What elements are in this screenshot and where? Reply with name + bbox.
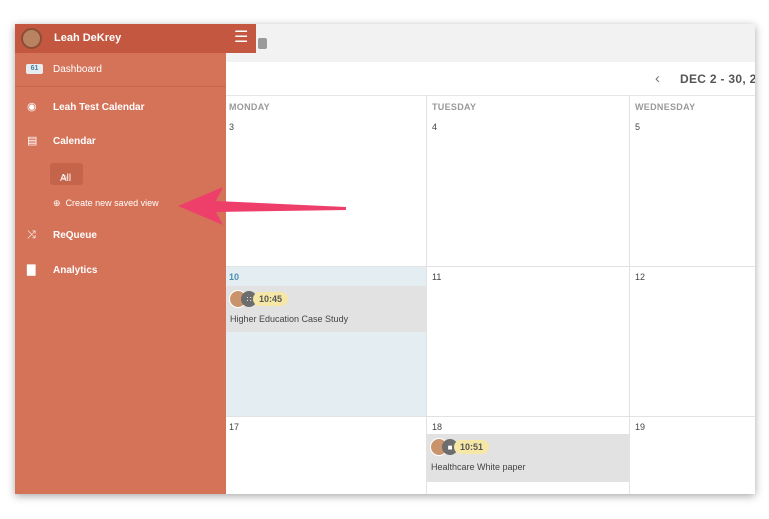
sidebar-item-requeue[interactable]: ⤨ ReQueue [15, 225, 226, 247]
shuffle-icon: ⤨ [27, 229, 36, 241]
app-window: ‹ DEC 2 - 30, 20 MONDAY TUESDAY WEDNESDA… [15, 24, 755, 494]
create-saved-view-link[interactable]: ⊕ Create new saved view [53, 198, 159, 209]
day-number: 4 [432, 122, 438, 132]
user-name[interactable]: Leah DeKrey [54, 32, 121, 44]
event-time: 10:45 [253, 292, 289, 306]
event-time: 10:51 [454, 440, 490, 454]
sidebar-item-dashboard[interactable]: 61 Dashboard [15, 59, 226, 81]
plus-circle-icon: ⊕ [53, 198, 61, 208]
calendar-icon: ▤ [27, 135, 38, 147]
saved-view-all[interactable]: All ☺ [50, 163, 83, 185]
day-number: 19 [635, 422, 646, 432]
sidebar-item-calendar[interactable]: ▤ Calendar [15, 131, 226, 153]
calendar-event[interactable]: ■ 10:51 Healthcare White paper [427, 434, 629, 482]
dashboard-badge-icon: 61 [26, 64, 43, 74]
event-meta: ■ 10:51 [430, 438, 490, 456]
divider [15, 86, 226, 87]
bar-chart-icon: ▇ [27, 264, 36, 276]
day-header-wednesday: WEDNESDAY [635, 102, 696, 112]
sidebar-item-label: Calendar [53, 136, 96, 147]
event-title: Healthcare White paper [431, 462, 526, 472]
sidebar-item-leah-test-calendar[interactable]: ◉ Leah Test Calendar [15, 97, 226, 119]
day-number: 18 [432, 422, 443, 432]
event-meta: ∷ 10:45 [229, 290, 289, 308]
calendar-dot-icon: ◉ [27, 101, 37, 113]
sidebar-item-label: ReQueue [53, 230, 97, 241]
day-number: 17 [229, 422, 240, 432]
day-number: 3 [229, 122, 235, 132]
event-title: Higher Education Case Study [230, 314, 349, 324]
sidebar-header: Leah DeKrey ☰ [15, 24, 256, 53]
date-range-label: DEC 2 - 30, 20 [680, 72, 755, 86]
day-number: 11 [432, 272, 442, 282]
day-header-tuesday: TUESDAY [432, 102, 477, 112]
sidebar-item-label: Analytics [53, 265, 98, 276]
hamburger-menu-icon[interactable]: ☰ [234, 30, 248, 46]
prev-range-chevron-icon[interactable]: ‹ [655, 70, 660, 87]
avatar[interactable] [21, 28, 42, 49]
sidebar: Leah DeKrey ☰ 61 Dashboard ◉ Leah Test C… [15, 24, 256, 494]
day-header-monday: MONDAY [229, 102, 270, 112]
people-icon: ☺ [60, 173, 69, 182]
day-number: 5 [635, 122, 641, 132]
day-number-today: 10 [229, 272, 240, 282]
calendar-event[interactable]: ∷ 10:45 Higher Education Case Study [226, 286, 426, 332]
sidebar-item-label: Leah Test Calendar [53, 102, 145, 113]
toolbar-stub-icon [258, 38, 267, 49]
sidebar-item-analytics[interactable]: ▇ Analytics [15, 260, 226, 282]
day-number: 12 [635, 272, 646, 282]
annotation-arrow-icon [178, 187, 346, 225]
sidebar-item-label: Dashboard [53, 64, 102, 75]
create-saved-view-label: Create new saved view [65, 198, 159, 208]
grid-column-divider [629, 95, 630, 494]
